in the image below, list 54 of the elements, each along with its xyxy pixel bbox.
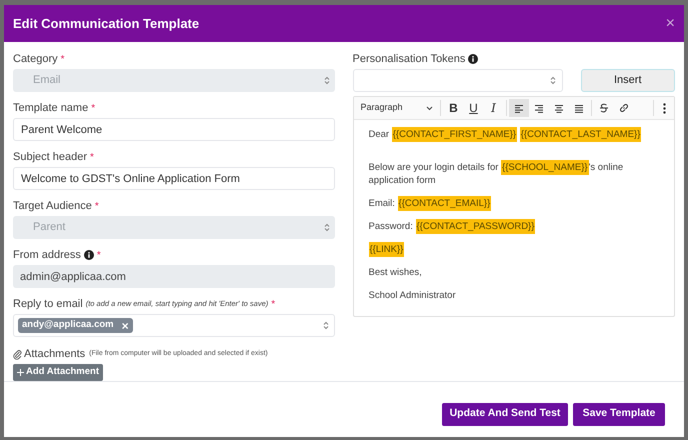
format-button[interactable]: B	[444, 99, 464, 117]
send-test-button[interactable]: Update And Send Test	[442, 402, 568, 426]
align-center-icon	[554, 104, 564, 112]
select-arrows-icon	[550, 76, 556, 85]
close-button[interactable]: ×	[666, 16, 675, 32]
align-justify-icon	[574, 104, 584, 112]
field-label: Personalisation Tokens	[352, 52, 466, 67]
input-field: admin@applicaa.com	[13, 265, 334, 288]
required-mark: *	[96, 248, 101, 262]
field-label: Target Audience	[13, 198, 92, 214]
add-attachment-button[interactable]: Add Attachment	[13, 364, 104, 381]
field-label: Category	[13, 52, 58, 67]
email-tag: andy@applicaa.com ×	[18, 318, 133, 333]
required-mark: *	[94, 200, 99, 214]
field-label: From address	[13, 248, 81, 263]
remove-tag-button[interactable]: ×	[122, 320, 129, 332]
format-button[interactable]: U	[464, 99, 484, 117]
select-arrows-icon	[324, 223, 330, 232]
select-field: Parent	[13, 216, 334, 239]
format-dropdown[interactable]: Paragraph	[356, 99, 436, 117]
editor-paragraph: Dear {{CONTACT_FIRST_NAME}} {{CONTACT_LAST_NAME}}	[368, 128, 642, 141]
field-label: Subject header	[13, 150, 87, 165]
input-field[interactable]: Parent Welcome	[13, 118, 334, 141]
plus-icon	[17, 369, 24, 376]
format-button[interactable]: I	[484, 99, 504, 117]
paperclip-icon	[13, 348, 22, 360]
dialog-title: Edit Communication Template	[13, 14, 200, 33]
save-template-button[interactable]: Save Template	[573, 402, 665, 426]
tags-field[interactable]: andy@applicaa.com ×	[13, 314, 334, 337]
editor-paragraph: School Administrator	[368, 289, 457, 302]
required-mark: *	[271, 298, 276, 312]
chevron-down-icon	[426, 106, 432, 110]
required-mark: *	[90, 150, 94, 164]
align-right-icon	[534, 104, 544, 112]
required-mark: *	[91, 102, 96, 116]
align-button[interactable]	[508, 99, 528, 117]
select-arrows-icon	[322, 321, 328, 330]
more-icon	[662, 102, 666, 114]
editor-paragraph: Best wishes,	[368, 266, 423, 279]
link-icon	[618, 103, 628, 113]
insert-button[interactable]: Insert	[580, 69, 675, 92]
strikethrough-icon	[598, 103, 608, 113]
editor-paragraph: {{LINK}}	[368, 243, 406, 256]
input-field[interactable]: Welcome to GDST's Online Application Form	[13, 167, 334, 190]
required-mark: *	[60, 52, 65, 66]
attachments-label: Attachments	[24, 346, 86, 362]
field-label: Reply to email	[13, 296, 83, 312]
select-arrows-icon	[324, 76, 330, 85]
align-left-icon	[514, 104, 524, 112]
editor-paragraph: Below are your login details for {{SCHOOL_NAME}}'s online application form	[368, 161, 624, 187]
select-field: Email	[13, 69, 334, 92]
field-label: Template name	[13, 100, 88, 116]
editor-paragraph: Password: {{CONTACT_PASSWORD}}	[368, 220, 536, 233]
editor-paragraph: Email: {{CONTACT_EMAIL}}	[368, 197, 492, 210]
